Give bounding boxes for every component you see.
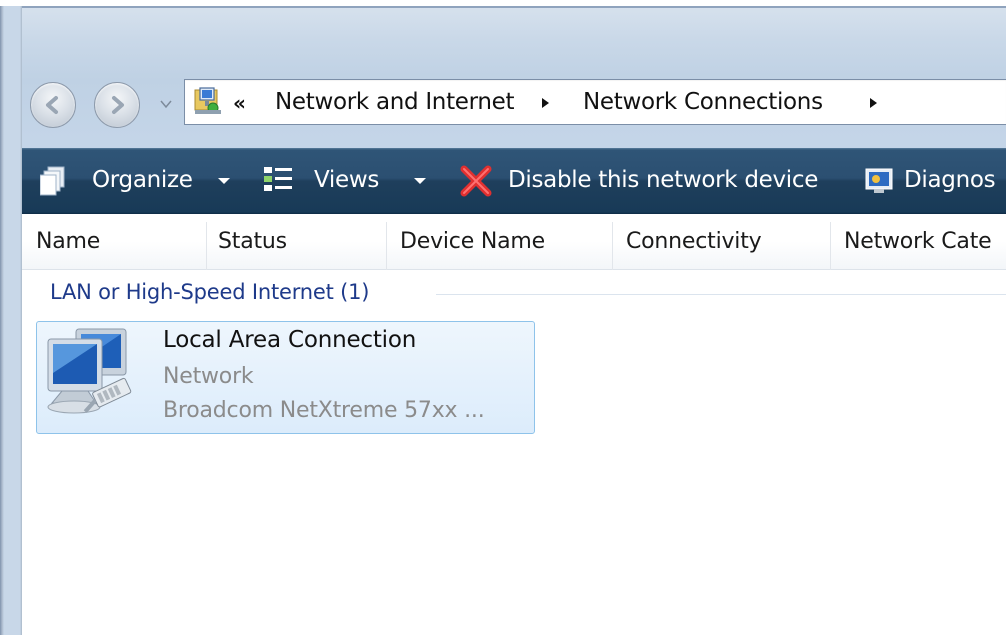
chevron-down-icon xyxy=(414,178,426,184)
diagnose-label: Diagnos xyxy=(904,167,996,193)
network-connections-folder-icon xyxy=(194,87,221,114)
group-header[interactable]: LAN or High-Speed Internet (1) xyxy=(50,280,369,310)
group-header-divider xyxy=(436,294,1006,295)
organize-label: Organize xyxy=(92,167,193,193)
forward-arrow-icon xyxy=(112,96,124,114)
forward-button[interactable] xyxy=(94,82,140,128)
organize-button[interactable]: Organize xyxy=(40,163,248,199)
back-arrow-icon xyxy=(46,96,58,114)
connection-device: Broadcom NetXtreme 57xx ... xyxy=(163,398,485,423)
column-header-device-name[interactable]: Device Name xyxy=(400,214,545,270)
breadcrumb-network-connections[interactable]: Network Connections xyxy=(583,89,823,115)
column-headers: Name Status Device Name Connectivity Net… xyxy=(22,214,1006,270)
breadcrumb-network-and-internet[interactable]: Network and Internet xyxy=(275,89,515,115)
column-header-status[interactable]: Status xyxy=(218,214,287,270)
local-area-connection-item[interactable]: Local Area Connection Network Broadcom N… xyxy=(36,321,535,434)
address-bar[interactable]: « Network and Internet Network Connectio… xyxy=(184,79,1006,125)
column-header-network-category[interactable]: Network Cate xyxy=(844,214,992,270)
window-left-border xyxy=(0,6,22,635)
disable-network-device-label: Disable this network device xyxy=(508,167,819,193)
column-header-name[interactable]: Name xyxy=(36,214,100,270)
disable-network-device-button[interactable]: Disable this network device xyxy=(458,163,838,199)
views-button[interactable]: Views xyxy=(262,163,432,199)
window-edge xyxy=(6,6,1006,8)
connection-status: Network xyxy=(163,364,254,389)
column-divider[interactable] xyxy=(206,222,207,270)
diagnose-button[interactable]: Diagnos xyxy=(864,163,1006,199)
window-chrome xyxy=(0,0,1006,148)
column-header-connectivity[interactable]: Connectivity xyxy=(626,214,762,270)
column-divider[interactable] xyxy=(830,222,831,270)
organize-icon xyxy=(40,166,65,196)
chevron-down-icon[interactable] xyxy=(159,97,173,111)
diagnose-icon xyxy=(865,168,893,193)
views-label: Views xyxy=(314,167,380,193)
breadcrumb-separator-icon[interactable] xyxy=(869,97,879,109)
breadcrumb-overflow-button[interactable]: « xyxy=(233,91,246,115)
red-x-icon xyxy=(460,165,492,197)
back-button[interactable] xyxy=(30,82,76,128)
column-divider[interactable] xyxy=(612,222,613,270)
column-divider[interactable] xyxy=(386,222,387,270)
command-bar: Organize Views Disable this network devi… xyxy=(22,148,1006,214)
network-computer-icon xyxy=(47,328,132,414)
connection-name: Local Area Connection xyxy=(163,327,417,353)
chevron-down-icon xyxy=(218,178,230,184)
views-icon xyxy=(264,167,292,191)
breadcrumb-separator-icon[interactable] xyxy=(541,97,551,109)
